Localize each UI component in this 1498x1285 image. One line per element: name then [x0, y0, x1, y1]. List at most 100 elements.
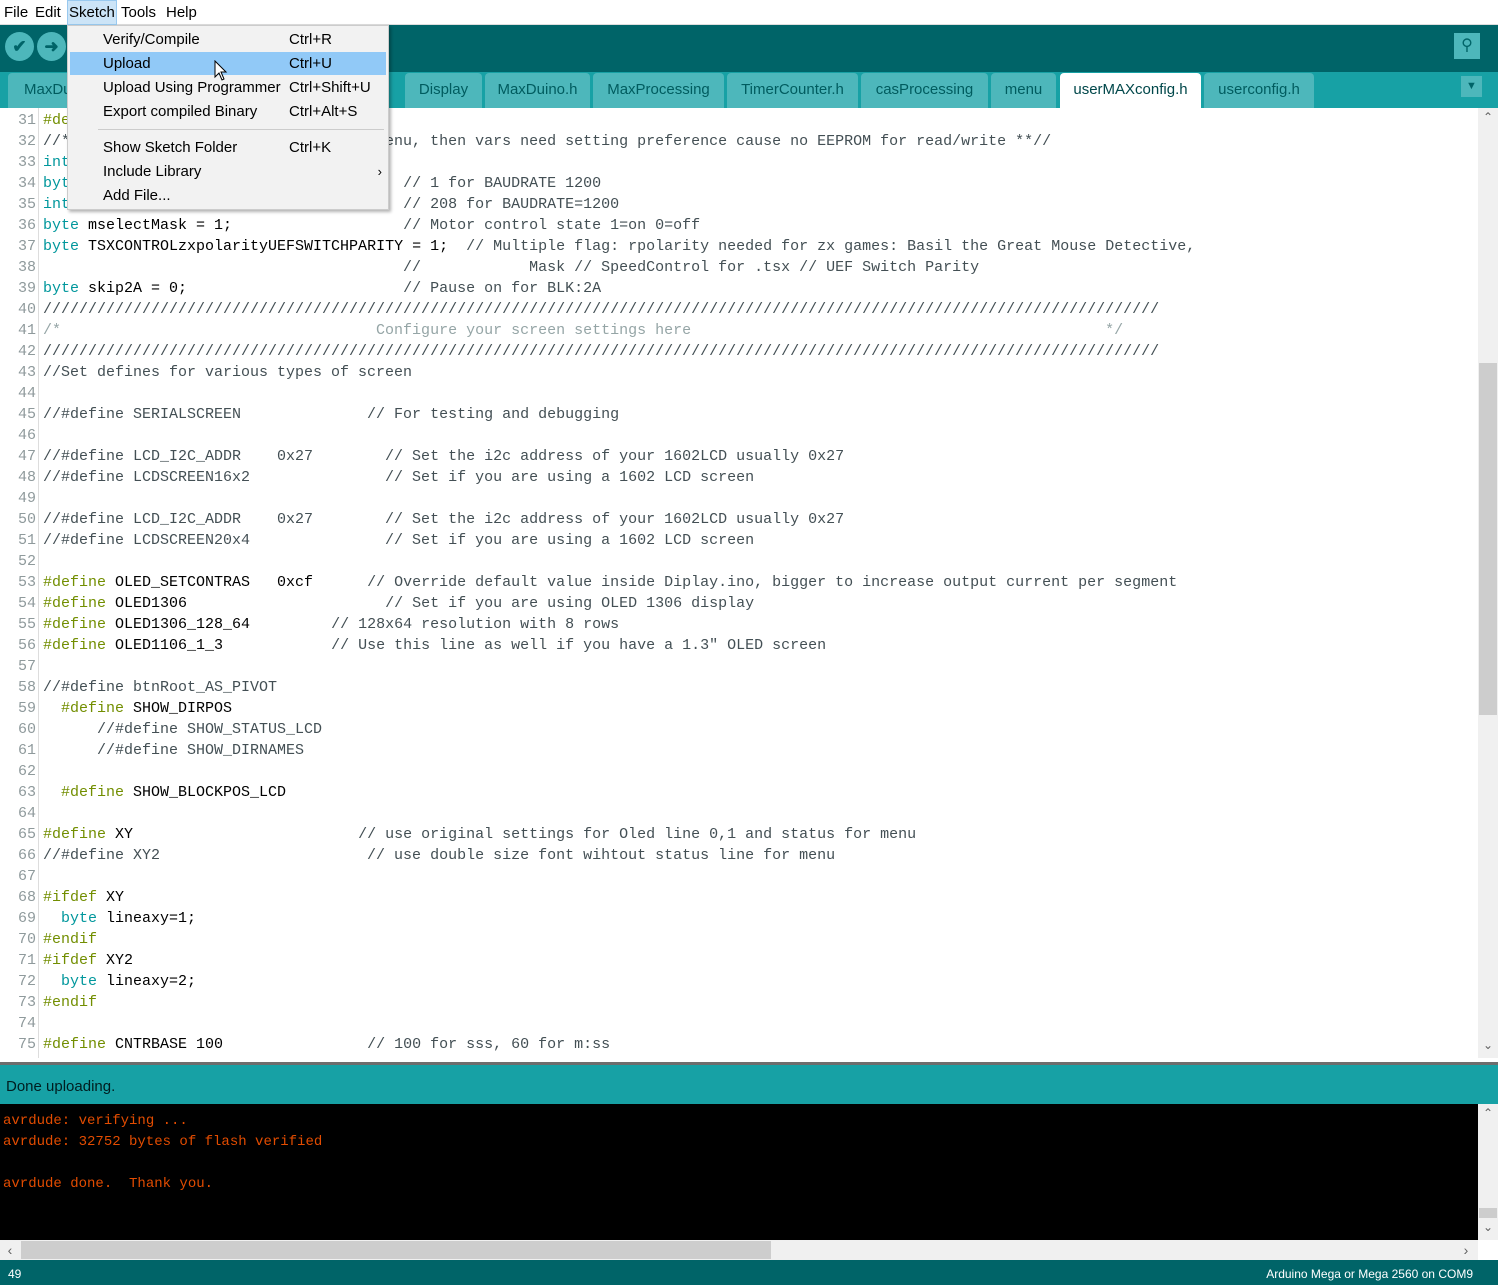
status-message: Done uploading.	[6, 1078, 116, 1095]
line-number: 62	[17, 763, 36, 780]
menu-item-export-compiled-binary[interactable]: Export compiled Binary Ctrl+Alt+S	[70, 100, 386, 123]
code-token: int	[43, 196, 71, 213]
tab-userconfig-h[interactable]: userconfig.h	[1204, 73, 1314, 108]
code-text: //#define LCDSCREEN16x2 // Set if you ar…	[43, 467, 754, 488]
code-token: // Motor control state 1=on 0=off	[403, 217, 701, 234]
menu-bar: File Edit Sketch Tools Help	[0, 0, 1498, 25]
line-number: 44	[17, 385, 36, 402]
tab-usermaxconfig-h[interactable]: userMAXconfig.h	[1060, 73, 1201, 108]
scrollbar-thumb[interactable]	[1479, 1208, 1497, 1218]
chevron-right-icon[interactable]: ›	[1456, 1242, 1476, 1258]
menu-edit[interactable]: Edit	[33, 4, 63, 21]
line-number: 66	[17, 847, 36, 864]
menu-item-include-library[interactable]: Include Library ›	[70, 160, 386, 183]
code-editor[interactable]: 31 #de 32//* enu, then vars need setting p…	[0, 108, 1478, 1058]
code-token: ////////////////////////////////////////…	[43, 301, 1160, 318]
code-line: 38 // Mask // SpeedControl for .tsx // U…	[0, 257, 1478, 278]
code-token: #define	[61, 784, 125, 801]
menu-item-upload-using-programmer[interactable]: Upload Using Programmer Ctrl+Shift+U	[70, 76, 386, 99]
line-number: 55	[17, 616, 36, 633]
tab-display[interactable]: Display	[405, 73, 482, 108]
code-line: 68 #ifdef XY	[0, 887, 1478, 908]
menu-file[interactable]: File	[2, 4, 30, 21]
mouse-cursor-icon	[214, 60, 228, 81]
scrollbar-thumb[interactable]	[1479, 363, 1497, 715]
code-text: #define XY // use original settings for …	[43, 824, 916, 845]
line-number: 71	[17, 952, 36, 969]
line-number: 52	[17, 553, 36, 570]
code-token: byte	[43, 280, 80, 297]
line-number: 41	[17, 322, 36, 339]
verify-button[interactable]: ✔	[5, 32, 34, 61]
code-text: byte TSXCONTROLzxpolarityUEFSWITCHPARITY…	[43, 236, 1195, 257]
code-token: XY2	[97, 952, 134, 969]
code-line: 69 byte lineaxy=1;	[0, 908, 1478, 929]
line-number: 63	[17, 784, 36, 801]
code-text: int	[43, 152, 70, 173]
console-vertical-scrollbar[interactable]: ⌃ ⌄	[1478, 1104, 1498, 1240]
code-token: //#define SHOW_DIRNAMES	[43, 742, 305, 759]
menu-help[interactable]: Help	[164, 4, 199, 21]
console-horizontal-scrollbar[interactable]: ‹ ›	[0, 1240, 1478, 1260]
code-token: lineaxy=1;	[97, 910, 197, 927]
chevron-up-icon[interactable]: ⌃	[1478, 1106, 1498, 1120]
tab-casprocessing[interactable]: casProcessing	[861, 73, 988, 108]
scrollbar-thumb[interactable]	[21, 1241, 771, 1259]
code-text: //Set defines for various types of scree…	[43, 362, 412, 383]
line-number: 72	[17, 973, 36, 990]
serial-monitor-button[interactable]: ⚲	[1454, 33, 1480, 59]
code-line: 48 //#define LCDSCREEN16x2 // Set if you …	[0, 467, 1478, 488]
upload-button[interactable]: ➜	[37, 32, 66, 61]
code-text: #define SHOW_BLOCKPOS_LCD	[43, 782, 286, 803]
line-number: 43	[17, 364, 36, 381]
line-number: 37	[17, 238, 36, 255]
code-text: byte lineaxy=2;	[43, 971, 196, 992]
tab-maxprocessing[interactable]: MaxProcessing	[593, 73, 724, 108]
code-line: 54 #define OLED1306 // Set if you are usi…	[0, 593, 1478, 614]
menu-item-label: Add File...	[103, 187, 171, 204]
chevron-right-icon: ›	[377, 164, 382, 179]
code-token: #endif	[43, 931, 98, 948]
menu-tools[interactable]: Tools	[119, 4, 158, 21]
code-line: 41 /* Configure your screen settings here…	[0, 320, 1478, 341]
line-number: 46	[17, 427, 36, 444]
code-line: 39 byte skip2A = 0; // Pause on for BLK:2…	[0, 278, 1478, 299]
tab-menu-button[interactable]: ▼	[1461, 76, 1482, 97]
menu-item-upload[interactable]: Upload Ctrl+U	[70, 52, 386, 75]
code-line: 43 //Set defines for various types of scr…	[0, 362, 1478, 383]
line-number: 40	[17, 301, 36, 318]
menu-sketch[interactable]: Sketch	[67, 0, 117, 25]
menu-item-shortcut: Ctrl+K	[289, 139, 332, 156]
chevron-down-icon[interactable]: ⌄	[1478, 1220, 1498, 1234]
line-number: 32	[17, 133, 36, 150]
code-line: 56 #define OLED1106_1_3 // Use this line …	[0, 635, 1478, 656]
code-text: #ifdef XY2	[43, 950, 133, 971]
footer-bar: 49 Arduino Mega or Mega 2560 on COM9	[0, 1260, 1498, 1285]
code-text: #define CNTRBASE 100 // 100 for sss, 60 …	[43, 1034, 610, 1055]
line-number: 75	[17, 1036, 36, 1053]
code-text: #ifdef XY	[43, 887, 124, 908]
tab-timercounter-h[interactable]: TimerCounter.h	[727, 73, 858, 108]
tab-menu[interactable]: menu	[991, 73, 1056, 108]
code-token: #define	[43, 637, 107, 654]
code-line: 73 #endif	[0, 992, 1478, 1013]
line-number: 39	[17, 280, 36, 297]
chevron-up-icon[interactable]: ⌃	[1478, 110, 1498, 124]
code-token: #ifdef	[43, 952, 98, 969]
line-number: 74	[17, 1015, 36, 1032]
menu-item-show-sketch-folder[interactable]: Show Sketch Folder Ctrl+K	[70, 136, 386, 159]
code-token: OLED1306	[106, 595, 386, 612]
editor-vertical-scrollbar[interactable]: ⌃ ⌄	[1478, 108, 1498, 1058]
line-number: 49	[17, 490, 36, 507]
line-number: 42	[17, 343, 36, 360]
menu-item-verify-compile[interactable]: Verify/Compile Ctrl+R	[70, 28, 386, 51]
chevron-left-icon[interactable]: ‹	[0, 1242, 20, 1258]
code-text: //#define btnRoot_AS_PIVOT	[43, 677, 277, 698]
line-number: 36	[17, 217, 36, 234]
menu-item-add-file[interactable]: Add File...	[70, 184, 386, 207]
tab-maxduino-h[interactable]: MaxDuino.h	[485, 73, 590, 108]
chevron-down-icon[interactable]: ⌄	[1478, 1038, 1498, 1052]
code-line: 58 //#define btnRoot_AS_PIVOT	[0, 677, 1478, 698]
